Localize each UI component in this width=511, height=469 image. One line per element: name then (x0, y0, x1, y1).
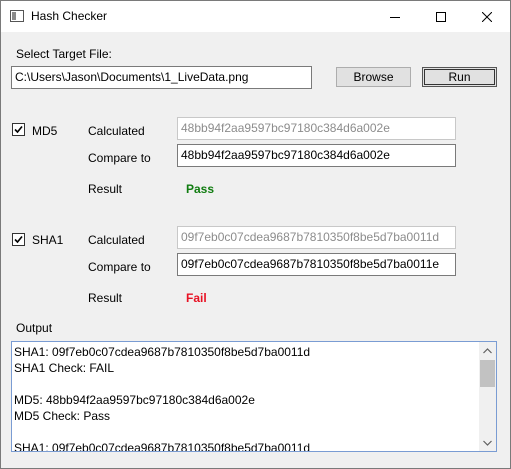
checkmark-icon (14, 125, 23, 134)
md5-calculated-label: Calculated (88, 124, 145, 138)
output-line: MD5 Check: Pass (14, 409, 111, 423)
sha1-compare-field[interactable]: 09f7eb0c07cdea9687b7810350f8be5d7ba0011e (177, 253, 456, 276)
output-line: SHA1: 09f7eb0c07cdea9687b7810350f8be5d7b… (14, 441, 311, 452)
md5-label: MD5 (32, 124, 58, 138)
close-button[interactable] (464, 1, 510, 32)
maximize-icon (436, 11, 446, 22)
md5-calculated-field[interactable]: 48bb94f2aa9597bc97180c384d6a002e (177, 117, 456, 140)
sha1-calculated-field[interactable]: 09f7eb0c07cdea9687b7810350f8be5d7ba0011d (177, 226, 456, 249)
chevron-up-icon (483, 347, 492, 353)
sha1-result-label: Result (88, 291, 123, 305)
md5-compare-label: Compare to (88, 151, 151, 165)
sha1-result-status: Fail (186, 291, 207, 305)
md5-result-status: Pass (186, 182, 215, 196)
sha1-checkbox[interactable] (12, 233, 25, 246)
output-scrollbar[interactable] (479, 342, 496, 451)
window-title: Hash Checker (31, 9, 108, 23)
scroll-down-button[interactable] (479, 434, 496, 451)
client-area: Select Target File: C:\Users\Jason\Docum… (1, 32, 510, 468)
title-bar[interactable]: Hash Checker (1, 1, 510, 32)
sha1-calculated-label: Calculated (88, 233, 145, 247)
output-line: MD5: 48bb94f2aa9597bc97180c384d6a002e (14, 393, 255, 407)
md5-compare-field[interactable]: 48bb94f2aa9597bc97180c384d6a002e (177, 144, 456, 167)
sha1-compare-label: Compare to (88, 260, 151, 274)
output-line: SHA1: 09f7eb0c07cdea9687b7810350f8be5d7b… (14, 345, 311, 359)
output-lines: SHA1: 09f7eb0c07cdea9687b7810350f8be5d7b… (14, 344, 479, 452)
scroll-thumb[interactable] (480, 360, 495, 387)
output-textarea[interactable]: SHA1: 09f7eb0c07cdea9687b7810350f8be5d7b… (11, 341, 497, 452)
close-icon (482, 11, 492, 22)
scroll-up-button[interactable] (479, 342, 496, 359)
chevron-down-icon (483, 440, 492, 446)
checkmark-icon (14, 235, 23, 244)
select-file-label: Select Target File: (16, 47, 112, 61)
md5-result-label: Result (88, 182, 123, 196)
maximize-button[interactable] (418, 1, 464, 32)
output-line: SHA1 Check: FAIL (14, 361, 115, 375)
browse-button[interactable]: Browse (336, 67, 411, 87)
app-icon (10, 10, 24, 22)
sha1-label: SHA1 (32, 233, 64, 247)
hash-checker-window: Hash Checker Select Target File: C:\User… (0, 0, 511, 469)
run-button[interactable]: Run (422, 67, 497, 87)
minimize-button[interactable] (372, 1, 418, 32)
minimize-icon (390, 16, 400, 18)
output-label: Output (16, 321, 53, 335)
file-path-input[interactable]: C:\Users\Jason\Documents\1_LiveData.png (11, 66, 312, 89)
md5-checkbox[interactable] (12, 123, 25, 136)
